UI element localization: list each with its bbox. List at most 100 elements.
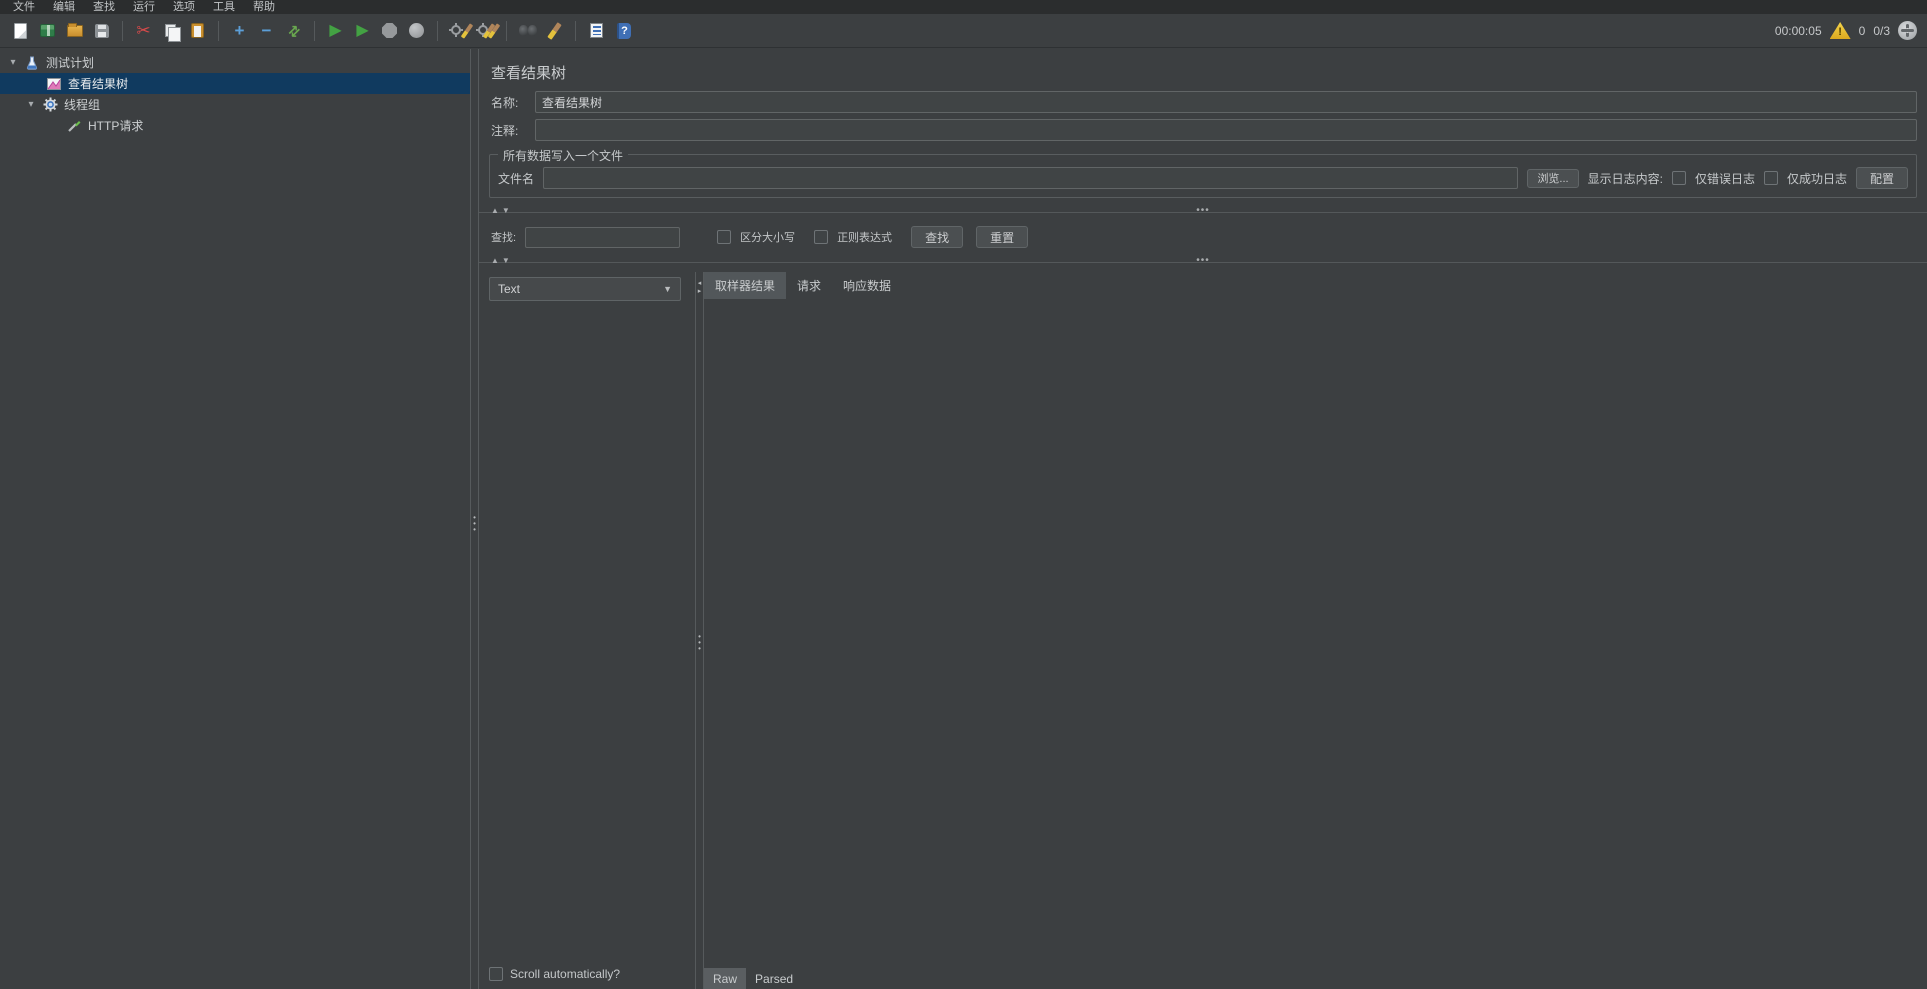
splitter-grip-icon[interactable]: •••	[1196, 255, 1210, 266]
write-results-group: 所有数据写入一个文件 文件名 浏览... 显示日志内容: 仅错误日志 仅成功日志…	[489, 154, 1917, 198]
cut-icon[interactable]: ✂	[133, 20, 154, 41]
chevron-down-icon: ▼	[663, 284, 672, 294]
renderer-value: Text	[498, 282, 520, 296]
splitter-onetouch-icons[interactable]: ◂▸	[696, 280, 703, 296]
menu-edit[interactable]: 编辑	[44, 0, 84, 14]
tree-item-test-plan[interactable]: ▾ 测试计划	[0, 52, 470, 73]
tree-main-splitter[interactable]: •••	[470, 49, 479, 989]
clear-all-icon[interactable]	[475, 20, 496, 41]
search-input[interactable]	[525, 227, 680, 248]
case-sensitive-checkbox[interactable]	[717, 230, 731, 244]
result-tab-content[interactable]	[704, 299, 1927, 968]
tree-item-http-request[interactable]: HTTP请求	[0, 115, 470, 136]
app-body: ▾ 测试计划 查看结果树 ▾ 线程组	[0, 49, 1927, 989]
tree-item-thread-group[interactable]: ▾ 线程组	[0, 94, 470, 115]
toolbar-separator	[575, 21, 576, 41]
splitter-collapse-icons[interactable]: ▲▼	[491, 256, 513, 265]
tab-sampler-result[interactable]: 取样器结果	[704, 272, 786, 299]
menu-file[interactable]: 文件	[4, 0, 44, 14]
case-sensitive-label: 区分大小写	[740, 229, 795, 245]
menu-search[interactable]: 查找	[84, 0, 124, 14]
start-icon[interactable]: ▶	[325, 20, 346, 41]
toolbar-separator	[314, 21, 315, 41]
name-input[interactable]	[535, 91, 1917, 113]
thread-group-icon	[42, 97, 58, 113]
templates-icon[interactable]	[37, 20, 58, 41]
results-area: Text ▼ Scroll automatically? ◂▸ ••• 取样	[479, 272, 1927, 989]
scroll-automatically-checkbox[interactable]	[489, 967, 503, 981]
results-list[interactable]	[489, 301, 691, 963]
function-helper-icon[interactable]	[586, 20, 607, 41]
name-label: 名称:	[491, 94, 535, 111]
splitter-grip-icon[interactable]: •••	[471, 515, 478, 533]
open-file-icon[interactable]	[64, 20, 85, 41]
tree-item-view-results-tree[interactable]: 查看结果树	[0, 73, 470, 94]
thread-count: 0/3	[1873, 24, 1890, 38]
menu-tools[interactable]: 工具	[204, 0, 244, 14]
splitter-grip-icon[interactable]: •••	[1196, 205, 1210, 216]
results-splitter[interactable]: ◂▸ •••	[695, 272, 704, 989]
result-detail-pane: 取样器结果 请求 响应数据 Raw Parsed	[704, 272, 1927, 989]
paste-icon[interactable]	[187, 20, 208, 41]
errors-only-label: 仅错误日志	[1695, 170, 1755, 187]
chevron-down-icon[interactable]: ▾	[8, 57, 18, 68]
toolbar: ✂ + − ⇄ ▶ ▶ ? 00:00:05 0 0/3	[0, 14, 1927, 48]
menu-options[interactable]: 选项	[164, 0, 204, 14]
write-results-group-title: 所有数据写入一个文件	[498, 147, 628, 164]
filename-row: 文件名 浏览... 显示日志内容: 仅错误日志 仅成功日志 配置	[498, 167, 1908, 189]
regex-checkbox[interactable]	[814, 230, 828, 244]
results-tree-pane: Text ▼ Scroll automatically?	[479, 272, 691, 989]
chevron-down-icon[interactable]: ▾	[26, 99, 36, 110]
test-plan-icon	[24, 55, 40, 71]
filename-input[interactable]	[543, 167, 1518, 189]
find-button[interactable]: 查找	[911, 226, 963, 248]
toolbar-separator	[122, 21, 123, 41]
success-only-checkbox[interactable]	[1764, 171, 1778, 185]
browse-button[interactable]: 浏览...	[1527, 169, 1578, 188]
tree-item-label: 测试计划	[46, 54, 94, 71]
clear-search-icon[interactable]	[544, 20, 565, 41]
tree-item-label: 查看结果树	[68, 75, 128, 92]
menu-run[interactable]: 运行	[124, 0, 164, 14]
elapsed-time: 00:00:05	[1775, 24, 1822, 38]
start-no-pauses-icon[interactable]: ▶	[352, 20, 373, 41]
page-title: 查看结果树	[491, 62, 1927, 83]
configure-button[interactable]: 配置	[1856, 167, 1908, 189]
warning-icon[interactable]	[1830, 22, 1851, 39]
raw-parsed-tabs: Raw Parsed	[704, 968, 1927, 989]
errors-only-checkbox[interactable]	[1672, 171, 1686, 185]
tab-parsed[interactable]: Parsed	[746, 968, 802, 989]
error-count: 0	[1859, 24, 1866, 38]
new-file-icon[interactable]	[10, 20, 31, 41]
tab-raw[interactable]: Raw	[704, 968, 746, 989]
stop-icon	[379, 20, 400, 41]
tab-request[interactable]: 请求	[786, 272, 832, 299]
toolbar-separator	[506, 21, 507, 41]
horizontal-splitter-bottom[interactable]: ▲▼ •••	[479, 255, 1927, 267]
remove-icon[interactable]: −	[256, 20, 277, 41]
success-only-label: 仅成功日志	[1787, 170, 1847, 187]
copy-icon[interactable]	[160, 20, 181, 41]
comment-input[interactable]	[535, 119, 1917, 141]
renderer-select[interactable]: Text ▼	[489, 277, 681, 301]
tab-response-data[interactable]: 响应数据	[832, 272, 902, 299]
scroll-automatically-row: Scroll automatically?	[489, 963, 691, 989]
name-row: 名称:	[491, 91, 1917, 113]
horizontal-splitter-top[interactable]: ▲▼ •••	[479, 205, 1927, 217]
jmeter-window: 文件 编辑 查找 运行 选项 工具 帮助 ✂ + − ⇄ ▶ ▶	[0, 0, 1927, 989]
reset-button[interactable]: 重置	[976, 226, 1028, 248]
search-icon[interactable]	[517, 20, 538, 41]
results-tree-icon	[46, 76, 62, 92]
comment-row: 注释:	[491, 119, 1917, 141]
test-plan-tree: ▾ 测试计划 查看结果树 ▾ 线程组	[0, 49, 470, 989]
clear-icon[interactable]	[448, 20, 469, 41]
add-icon[interactable]: +	[229, 20, 250, 41]
help-icon[interactable]: ?	[613, 20, 634, 41]
result-tabs: 取样器结果 请求 响应数据	[704, 272, 1927, 299]
search-row: 查找: 区分大小写 正则表达式 查找 重置	[491, 226, 1917, 248]
save-icon[interactable]	[91, 20, 112, 41]
splitter-collapse-icons[interactable]: ▲▼	[491, 206, 513, 215]
menu-help[interactable]: 帮助	[244, 0, 284, 14]
toggle-icon[interactable]: ⇄	[283, 20, 304, 41]
splitter-grip-icon[interactable]: •••	[696, 634, 703, 652]
